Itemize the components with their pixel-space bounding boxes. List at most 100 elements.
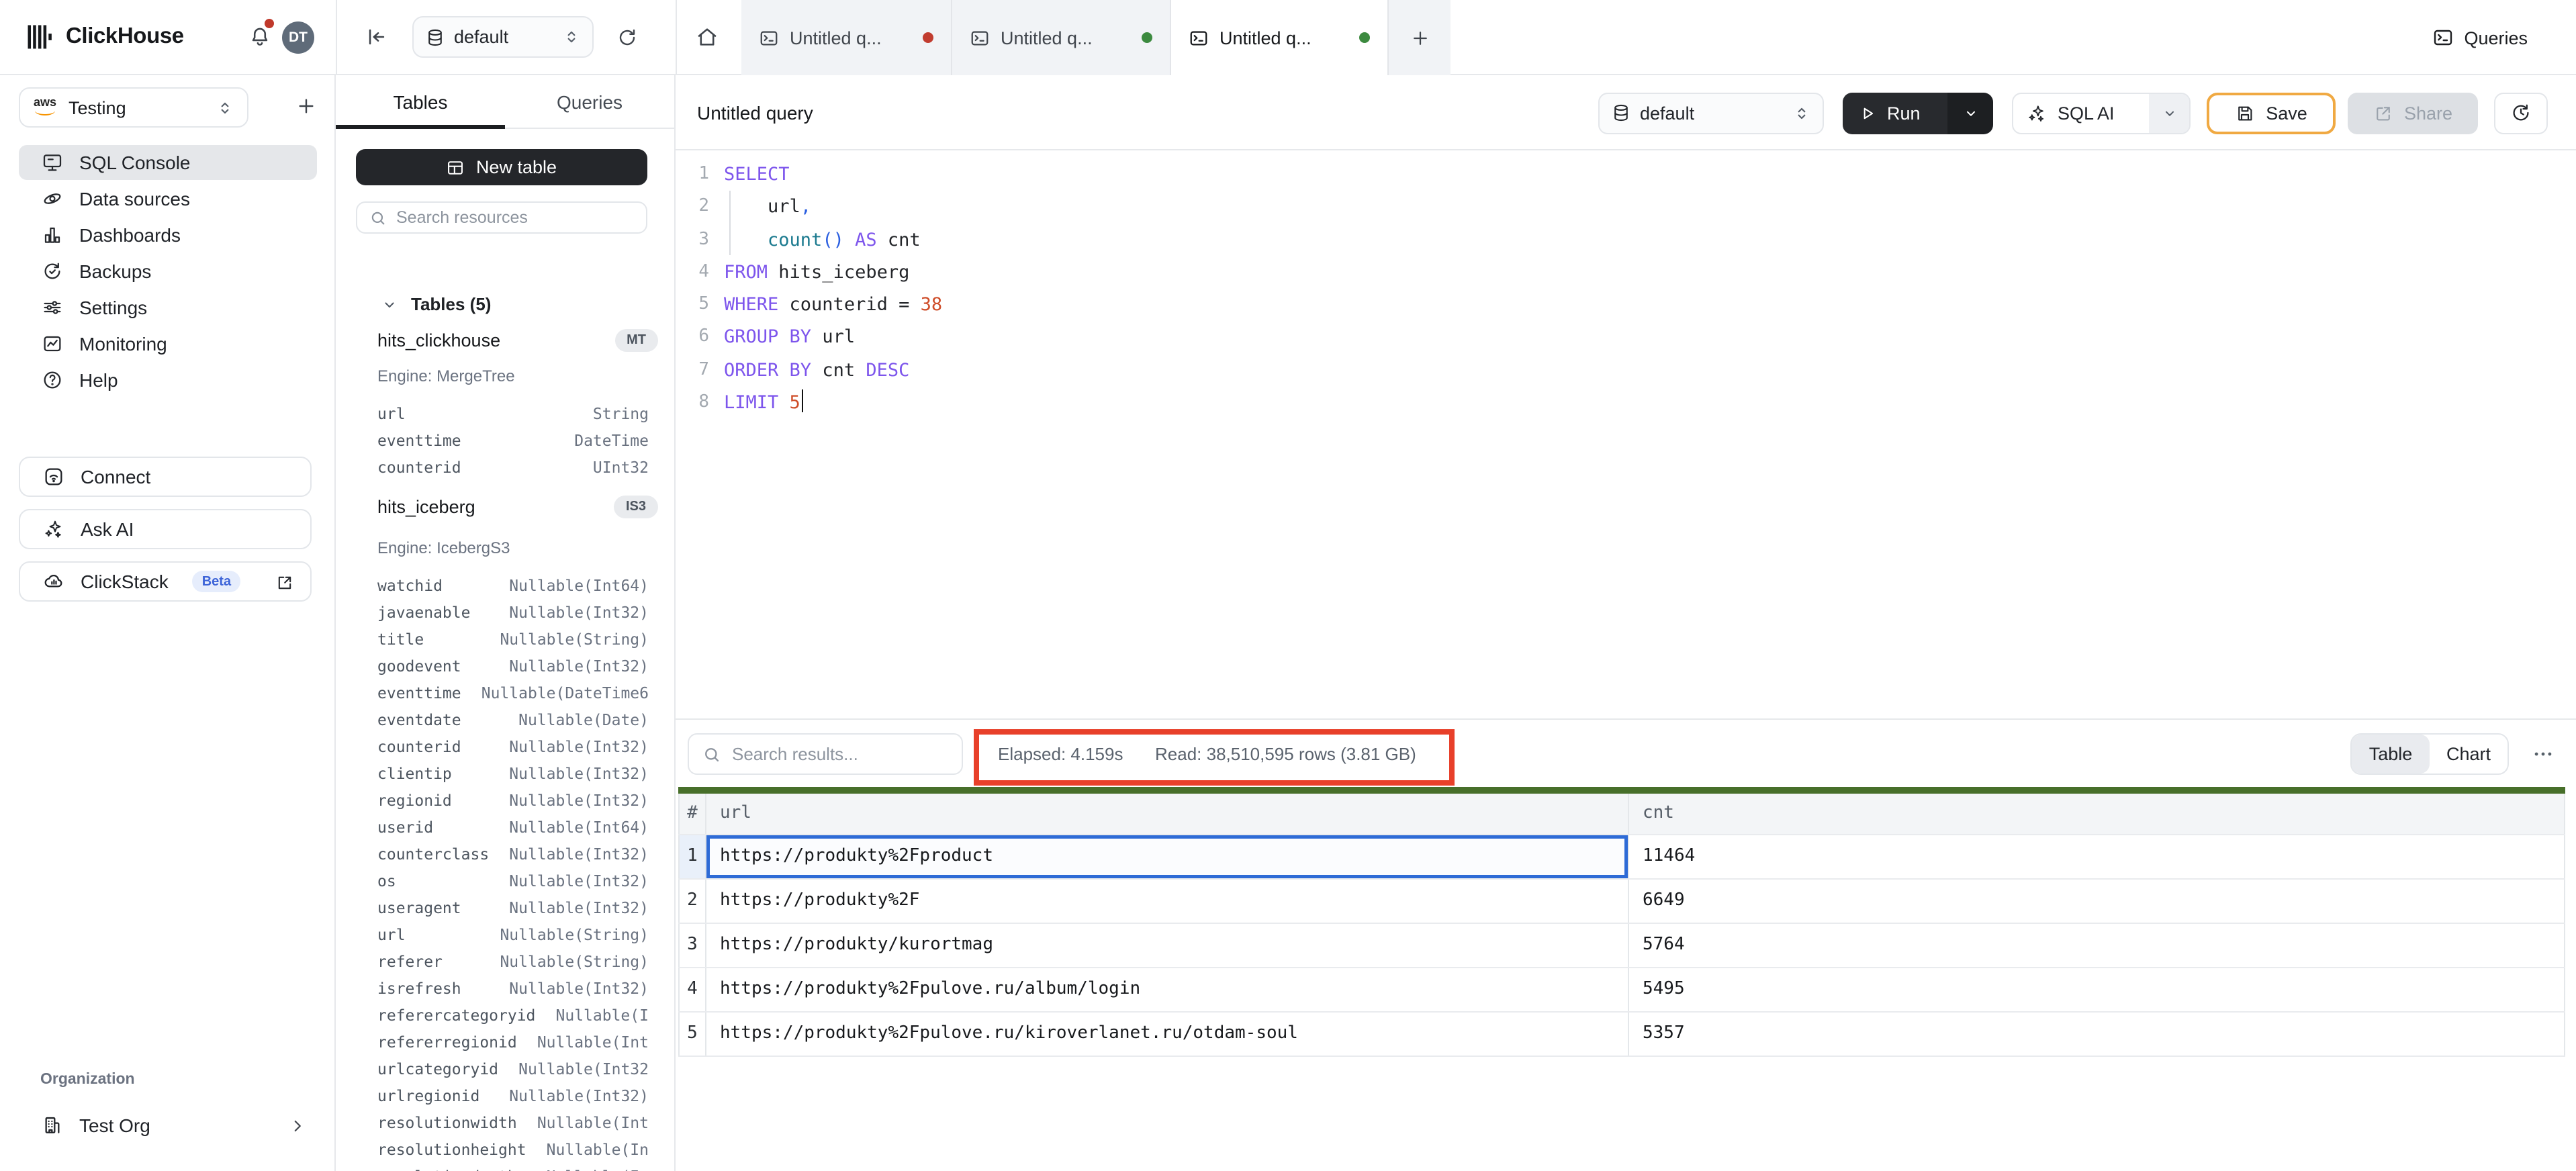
cnt-cell[interactable]: 5764 <box>1629 923 2565 966</box>
editor-database-selector[interactable]: default <box>1598 92 1824 134</box>
tab-untitled-query-3-active[interactable]: Untitled q... <box>1171 0 1389 75</box>
column-row[interactable]: urlString <box>377 400 649 427</box>
table-item-hits-clickhouse[interactable]: hits_clickhouse MT <box>377 329 658 352</box>
column-row[interactable]: counteridNullable(Int32) <box>377 733 649 760</box>
sidebar-item-settings[interactable]: Settings <box>19 290 317 325</box>
column-row[interactable]: useragentNullable(Int32) <box>377 894 649 921</box>
cnt-cell[interactable]: 6649 <box>1629 879 2565 922</box>
column-row[interactable]: referercategoryidNullable(I <box>377 1002 649 1029</box>
column-row[interactable]: refererregionidNullable(Int <box>377 1029 649 1056</box>
column-row[interactable]: urlNullable(String) <box>377 921 649 948</box>
sql-ai-button[interactable]: SQL AI <box>2012 92 2191 134</box>
column-row[interactable]: isrefreshNullable(Int32) <box>377 975 649 1002</box>
service-name: Testing <box>68 97 126 118</box>
save-button[interactable]: Save <box>2207 92 2336 134</box>
sidebar-item-data-sources[interactable]: Data sources <box>19 181 317 216</box>
query-title[interactable]: Untitled query <box>697 102 813 124</box>
table-item-hits-iceberg[interactable]: hits_iceberg IS3 <box>377 496 658 518</box>
tab-queries[interactable]: Queries <box>505 75 674 128</box>
column-row[interactable]: counterclassNullable(Int32) <box>377 841 649 868</box>
results-header-cell[interactable]: url <box>706 793 1629 833</box>
resource-search[interactable] <box>356 201 647 234</box>
column-row[interactable]: resolutiondepthNullable(In <box>377 1163 649 1171</box>
url-cell[interactable]: https://produkty%2Fpulove.ru/album/login <box>706 968 1629 1011</box>
column-row[interactable]: eventtimeNullable(DateTime6 <box>377 680 649 706</box>
query-history-button[interactable] <box>2494 92 2548 134</box>
notifications-bell-icon[interactable] <box>248 26 271 50</box>
home-icon[interactable] <box>696 26 719 50</box>
tab-untitled-query-2[interactable]: Untitled q... <box>952 0 1171 75</box>
organization-item[interactable]: Test Org <box>19 1107 317 1144</box>
sidebar-item-sql-console[interactable]: SQL Console <box>19 145 317 180</box>
column-type: Nullable(Int64) <box>509 576 649 595</box>
column-row[interactable]: resolutionheightNullable(In <box>377 1136 649 1163</box>
url-cell[interactable]: https://produkty%2Fpulove.ru/kiroverlane… <box>706 1012 1629 1055</box>
sql-ai-options-button[interactable] <box>2149 93 2189 132</box>
column-row[interactable]: javaenableNullable(Int32) <box>377 599 649 626</box>
ask-ai-button[interactable]: Ask AI <box>19 509 312 549</box>
column-row[interactable]: counteridUInt32 <box>377 454 649 481</box>
sidebar-item-monitoring[interactable]: Monitoring <box>19 326 317 361</box>
results-header-cell[interactable]: cnt <box>1629 793 2565 833</box>
sidebar-item-backups[interactable]: Backups <box>19 254 317 289</box>
column-row[interactable]: urlcategoryidNullable(Int32 <box>377 1056 649 1082</box>
column-row[interactable]: goodeventNullable(Int32) <box>377 653 649 680</box>
resource-search-input[interactable] <box>396 208 634 227</box>
column-row[interactable]: clientipNullable(Int32) <box>377 760 649 787</box>
column-row[interactable]: useridNullable(Int64) <box>377 814 649 841</box>
column-row[interactable]: resolutionwidthNullable(Int <box>377 1109 649 1136</box>
collapse-sidebar-icon[interactable] <box>365 26 388 50</box>
cnt-cell[interactable]: 11464 <box>1629 835 2565 878</box>
refresh-icon[interactable] <box>616 26 638 50</box>
ellipsis-icon <box>2532 743 2555 766</box>
run-options-button[interactable] <box>1947 92 1993 134</box>
url-cell[interactable]: https://produkty%2F <box>706 879 1629 922</box>
database-selector[interactable]: default <box>412 16 594 58</box>
column-row[interactable]: regionidNullable(Int32) <box>377 787 649 814</box>
row-number-cell[interactable]: 3 <box>678 923 706 966</box>
queries-button[interactable]: Queries <box>2418 16 2541 59</box>
row-number-cell[interactable]: 1 <box>678 835 706 878</box>
tab-untitled-query-1[interactable]: Untitled q... <box>741 0 952 75</box>
results-more-menu[interactable] <box>2532 743 2555 767</box>
row-number-cell[interactable]: 4 <box>678 968 706 1011</box>
avatar[interactable]: DT <box>282 21 314 54</box>
results-search[interactable] <box>688 733 963 775</box>
cnt-cell[interactable]: 5495 <box>1629 968 2565 1011</box>
new-tab-button[interactable] <box>1389 0 1451 75</box>
results-search-input[interactable] <box>732 744 948 764</box>
row-number-cell[interactable]: 2 <box>678 879 706 922</box>
column-row[interactable]: urlregionidNullable(Int32) <box>377 1082 649 1109</box>
connect-button[interactable]: Connect <box>19 457 312 497</box>
row-number-cell[interactable]: 5 <box>678 1012 706 1055</box>
beta-badge: Beta <box>193 571 240 592</box>
column-row[interactable]: titleNullable(String) <box>377 626 649 653</box>
column-row[interactable]: refererNullable(String) <box>377 948 649 975</box>
run-button[interactable]: Run <box>1843 92 1947 134</box>
sidebar-item-label: Help <box>79 369 118 391</box>
sidebar-item-dashboards[interactable]: Dashboards <box>19 218 317 252</box>
add-service-button[interactable] <box>295 94 317 118</box>
clickhouse-logo[interactable]: ClickHouse <box>26 23 184 51</box>
view-chart-button[interactable]: Chart <box>2430 735 2508 774</box>
results-header-cell[interactable]: # <box>678 793 706 833</box>
sparkles-icon <box>43 518 64 540</box>
column-row[interactable]: watchidNullable(Int64) <box>377 572 649 599</box>
clickstack-button[interactable]: ClickStack Beta <box>19 561 312 602</box>
cnt-cell[interactable]: 5357 <box>1629 1012 2565 1055</box>
url-cell[interactable]: https://produkty/kurortmag <box>706 923 1629 966</box>
url-cell[interactable]: https://produkty%2Fproduct <box>706 835 1629 878</box>
column-row[interactable]: eventdateNullable(Date) <box>377 706 649 733</box>
tab-tables[interactable]: Tables <box>336 75 505 128</box>
tables-group-header[interactable]: Tables (5) <box>381 294 491 314</box>
column-row[interactable]: eventtimeDateTime <box>377 427 649 454</box>
results-row: 1https://produkty%2Fproduct11464 <box>678 835 2565 879</box>
view-table-button[interactable]: Table <box>2352 735 2430 774</box>
share-button-disabled[interactable]: Share <box>2348 92 2478 134</box>
service-selector[interactable]: aws Testing <box>19 87 248 128</box>
sidebar-item-help[interactable]: Help <box>19 363 317 397</box>
sql-editor[interactable]: 1SELECT2 url,3 count() AS cnt4FROM hits_… <box>676 150 2576 718</box>
column-row[interactable]: osNullable(Int32) <box>377 868 649 894</box>
new-table-button[interactable]: New table <box>356 149 647 185</box>
tab-label: Untitled q... <box>790 28 882 48</box>
